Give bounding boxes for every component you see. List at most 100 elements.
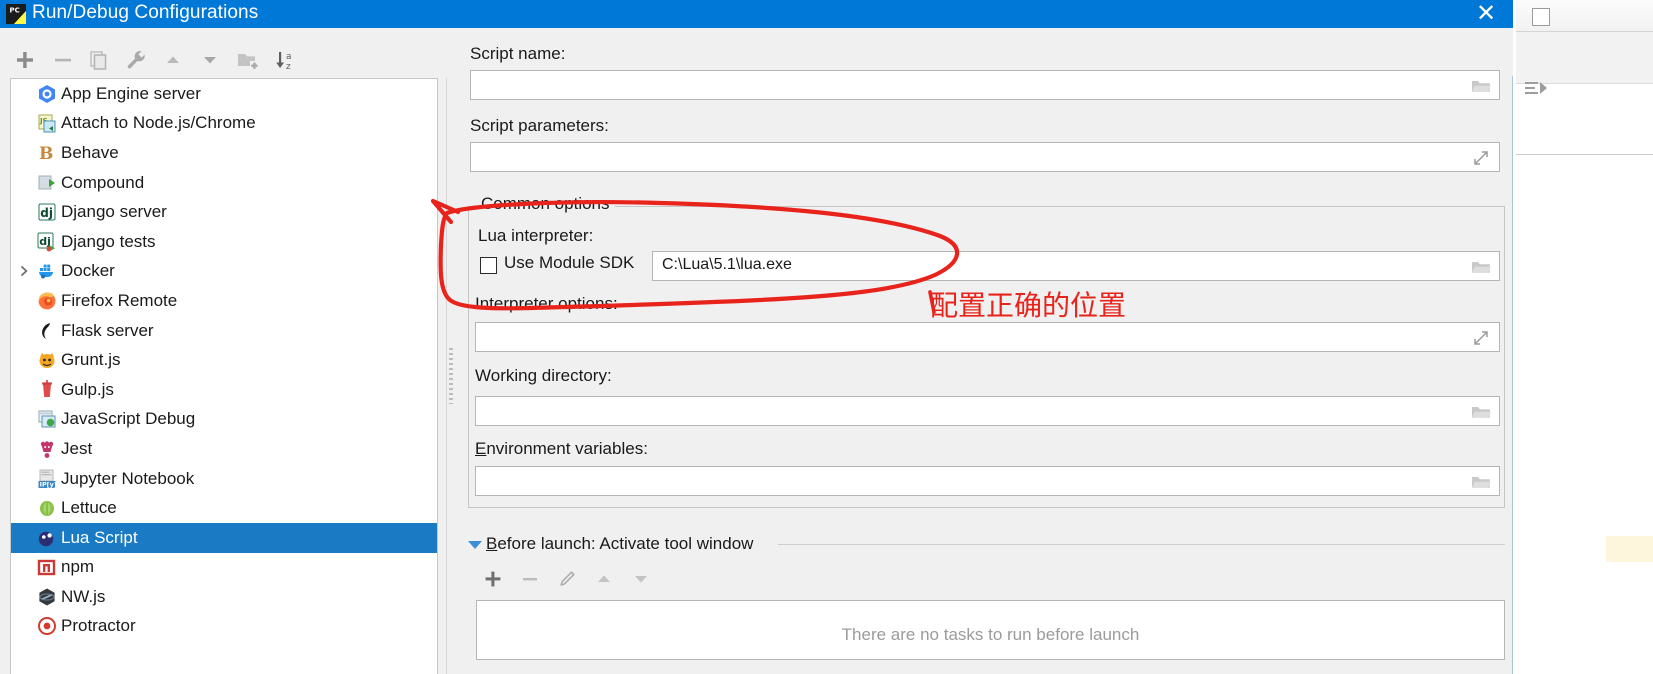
expand-arrows-icon[interactable] xyxy=(1464,144,1498,172)
django-tests-icon: dj xyxy=(37,232,57,252)
create-folder-button[interactable] xyxy=(233,46,263,74)
before-launch-title[interactable]: Before launch: Activate tool window xyxy=(486,534,753,554)
sidebar-item-label: Lua Script xyxy=(61,527,138,547)
script-name-label: Script name: xyxy=(470,44,566,63)
folder-icon[interactable] xyxy=(1464,72,1498,100)
chevron-right-icon[interactable] xyxy=(18,265,30,277)
before-launch-empty-message: There are no tasks to run before launch xyxy=(841,625,1140,644)
sidebar-item-jest[interactable]: Jest xyxy=(11,434,437,464)
minus-icon xyxy=(523,578,537,581)
close-icon[interactable]: ✕ xyxy=(1469,1,1503,26)
folder-icon[interactable] xyxy=(1464,398,1498,426)
svg-text:a: a xyxy=(286,52,292,62)
svg-text:dj: dj xyxy=(40,206,53,220)
sidebar-item-label: Firefox Remote xyxy=(61,290,178,310)
common-options-title: Common options xyxy=(476,194,615,214)
sidebar-item-app-engine-server[interactable]: App Engine server xyxy=(11,79,437,109)
sidebar-item-django-server[interactable]: dj Django server xyxy=(11,197,437,227)
edit-task-button[interactable] xyxy=(550,562,584,596)
svg-text:IP[y]: IP[y] xyxy=(40,480,57,488)
wrench-icon xyxy=(121,46,151,74)
sidebar-item-nw-js[interactable]: NW.js xyxy=(11,582,437,612)
sidebar-item-attach-to-node-js-chrome[interactable]: JSAttach to Node.js/Chrome xyxy=(11,109,437,139)
background-highlight-strip xyxy=(1606,536,1653,562)
before-launch-task-list[interactable]: There are no tasks to run before launch xyxy=(476,600,1505,660)
sidebar-item-docker[interactable]: Docker xyxy=(11,257,437,287)
npm-icon xyxy=(37,557,57,577)
plus-icon xyxy=(485,571,501,587)
background-window-icon xyxy=(1532,8,1550,26)
sidebar-item-javascript-debug[interactable]: JavaScript Debug xyxy=(11,405,437,435)
sidebar-item-label: npm xyxy=(61,557,95,577)
behave-icon: B xyxy=(37,143,57,163)
protractor-icon xyxy=(37,616,57,636)
use-module-sdk-checkbox[interactable] xyxy=(480,257,497,274)
minus-icon xyxy=(48,46,78,74)
sidebar-item-label: Jupyter Notebook xyxy=(61,468,195,488)
svg-text:z: z xyxy=(286,62,291,72)
sidebar-item-label: Flask server xyxy=(61,320,154,340)
splitter-grip[interactable] xyxy=(449,348,453,404)
sidebar-item-behave[interactable]: B Behave xyxy=(11,138,437,168)
add-configuration-button[interactable] xyxy=(10,46,40,74)
interpreter-options-input[interactable] xyxy=(475,322,1500,352)
sidebar-item-npm[interactable]: npm xyxy=(11,553,437,583)
environment-variables-input[interactable] xyxy=(475,466,1500,496)
sidebar-item-label: Compound xyxy=(61,172,145,192)
dialog-titlebar: PC Run/Debug Configurations ✕ xyxy=(0,0,1513,28)
environment-variables-label: Environment variables: xyxy=(475,439,648,459)
pycharm-icon: PC xyxy=(6,4,26,24)
lua-interpreter-path-input[interactable]: C:\Lua\5.1\lua.exe xyxy=(652,251,1500,281)
use-module-sdk-label: Use Module SDK xyxy=(504,253,635,272)
sidebar-item-label: Behave xyxy=(61,142,119,162)
move-task-up-button[interactable] xyxy=(587,562,621,596)
configuration-form: Script name: Script parameters: Common o… xyxy=(460,36,1505,674)
jest-icon xyxy=(37,439,57,459)
svg-text:PC: PC xyxy=(10,7,20,15)
sidebar-item-lettuce[interactable]: Lettuce xyxy=(11,493,437,523)
sidebar-item-protractor[interactable]: Protractor xyxy=(11,612,437,642)
triangle-down-icon xyxy=(635,576,647,583)
add-task-button[interactable] xyxy=(476,562,510,596)
expand-arrows-icon[interactable] xyxy=(1464,324,1498,352)
move-down-button[interactable] xyxy=(195,46,225,74)
remove-configuration-button[interactable] xyxy=(48,46,78,74)
move-up-button[interactable] xyxy=(158,46,188,74)
sidebar-item-label: Django tests xyxy=(61,231,156,251)
panel-splitter[interactable] xyxy=(440,78,458,674)
sidebar-item-compound[interactable]: Compound xyxy=(11,168,437,198)
folder-icon[interactable] xyxy=(1464,253,1498,281)
sidebar-item-jupyter-notebook[interactable]: IP[y] Jupyter Notebook xyxy=(11,464,437,494)
compound-icon xyxy=(37,173,57,193)
triangle-down-icon[interactable] xyxy=(468,541,482,549)
sidebar-item-gulp-js[interactable]: Gulp.js xyxy=(11,375,437,405)
sort-configurations-button[interactable]: a z xyxy=(271,46,301,74)
copy-configuration-button[interactable] xyxy=(84,46,114,74)
script-parameters-input[interactable] xyxy=(470,142,1500,172)
triangle-down-icon xyxy=(195,46,225,74)
sidebar-item-flask-server[interactable]: Flask server xyxy=(11,316,437,346)
working-directory-input[interactable] xyxy=(475,396,1500,426)
run-debug-configurations-dialog: PC Run/Debug Configurations ✕ a z App En… xyxy=(0,0,1513,674)
configurations-list[interactable]: App Engine serverJSAttach to Node.js/Chr… xyxy=(11,79,437,642)
remove-task-button[interactable] xyxy=(513,562,547,596)
folder-icon[interactable] xyxy=(1464,468,1498,496)
sidebar-item-grunt-js[interactable]: Grunt.js xyxy=(11,345,437,375)
edit-templates-button[interactable] xyxy=(121,46,151,74)
nodejs-attach-icon: JS xyxy=(37,113,57,133)
sidebar-item-lua-script[interactable]: Lua Script xyxy=(11,522,437,553)
before-launch-separator xyxy=(778,544,1505,545)
triangle-up-icon xyxy=(158,46,188,74)
jupyter-icon: IP[y] xyxy=(37,469,57,489)
sidebar-item-firefox-remote[interactable]: Firefox Remote xyxy=(11,286,437,316)
sidebar-item-label: Gulp.js xyxy=(61,379,114,399)
configurations-list-panel[interactable]: App Engine serverJSAttach to Node.js/Chr… xyxy=(10,78,438,674)
move-task-down-button[interactable] xyxy=(624,562,658,596)
sidebar-item-django-tests[interactable]: dj Django tests xyxy=(11,227,437,257)
sidebar-item-label: Jest xyxy=(61,438,93,458)
javascript-debug-icon xyxy=(37,409,57,429)
sidebar-item-label: Attach to Node.js/Chrome xyxy=(61,113,256,133)
script-parameters-label: Script parameters: xyxy=(470,116,609,135)
interpreter-options-label: Interpreter options: xyxy=(475,294,618,313)
script-name-input[interactable] xyxy=(470,70,1500,100)
